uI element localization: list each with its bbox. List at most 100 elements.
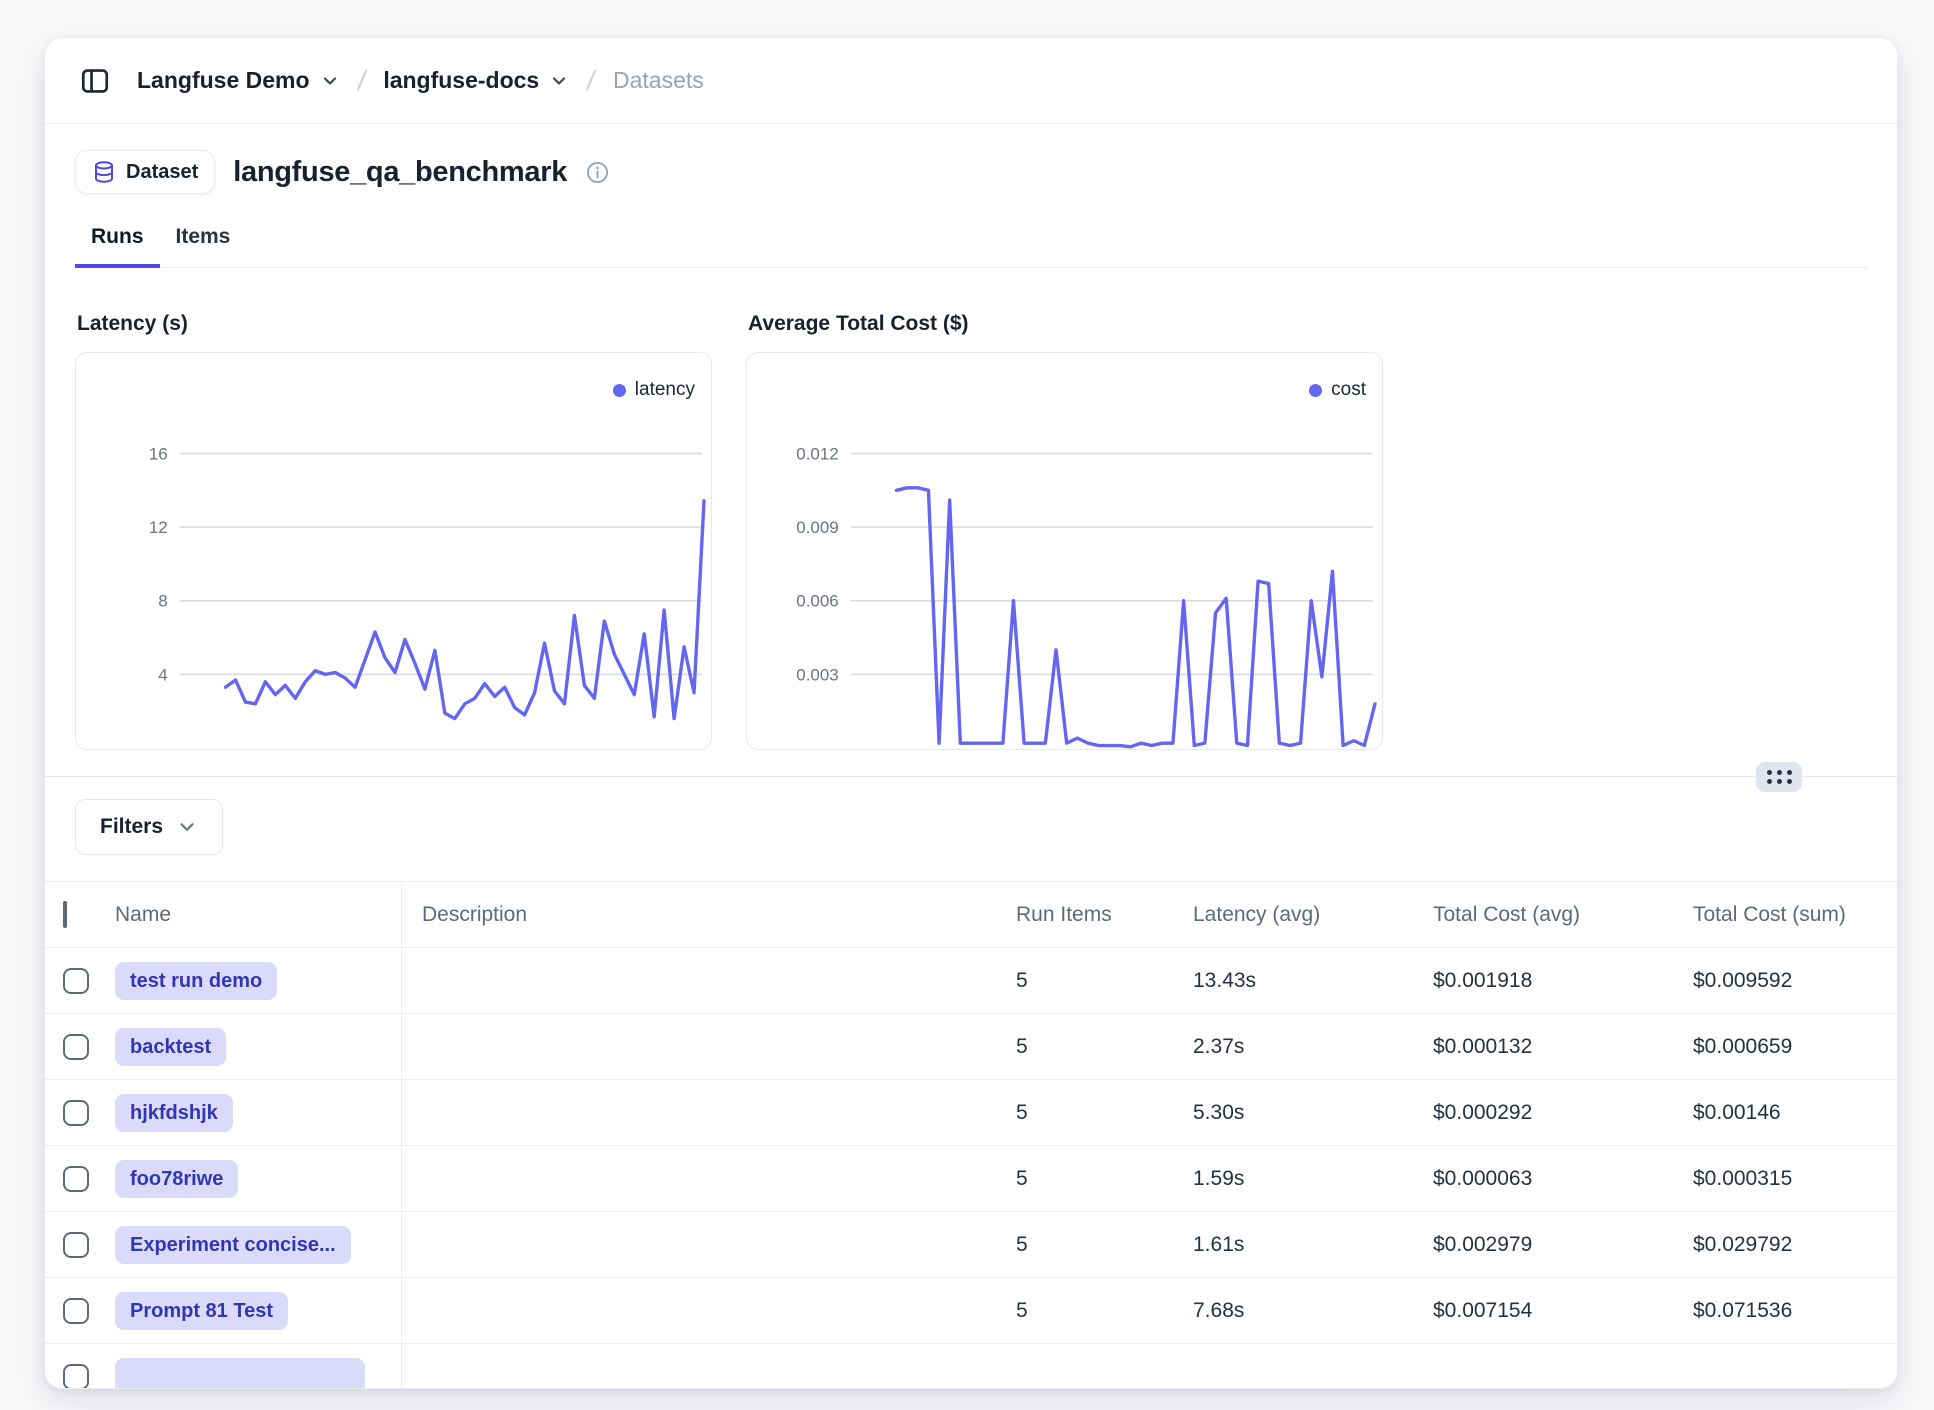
runs-table-body: test run demo513.43s$0.001918$0.009592ba… [45, 948, 1897, 1389]
cost-chart-card: 0.0030.0060.0090.012 cost [746, 352, 1383, 750]
run-name-badge[interactable]: foo78riwe [115, 1160, 238, 1198]
table-row: foo78riwe51.59s$0.000063$0.000315 [45, 1146, 1898, 1212]
row-checkbox[interactable] [63, 968, 89, 994]
row-checkbox[interactable] [63, 1100, 89, 1126]
total-cost-sum-cell: $0.000659 [1673, 1035, 1898, 1059]
total-cost-avg-cell: $0.000132 [1413, 1035, 1673, 1059]
svg-text:4: 4 [158, 665, 167, 684]
row-checkbox[interactable] [63, 1034, 89, 1060]
table-row: test run demo 513.43s$0.001918$0.009592 [45, 948, 1898, 1014]
run-name-cell: test run demo [105, 948, 402, 1013]
latency-avg-cell: 1.61s [1173, 1233, 1413, 1257]
cost-legend-label: cost [1331, 379, 1366, 401]
total-cost-avg-cell: $0.002979 [1413, 1233, 1673, 1257]
total-cost-avg-cell: $0.001918 [1413, 969, 1673, 993]
topbar: Langfuse Demo / langfuse-docs / Datasets [45, 38, 1897, 124]
legend-dot-icon [1309, 384, 1322, 397]
run-items-cell: 5 [996, 1299, 1173, 1323]
row-select-cell [45, 1298, 105, 1324]
resize-drag-handle[interactable] [1756, 762, 1802, 792]
row-checkbox[interactable] [63, 1166, 89, 1192]
run-name-badge[interactable]: backtest [115, 1028, 226, 1066]
cost-legend: cost [1309, 379, 1366, 401]
column-header-run-items: Run Items [996, 903, 1173, 927]
run-name-cell: backtest [105, 1014, 402, 1079]
run-name-badge[interactable]: Prompt 81 Test [115, 1292, 288, 1330]
breadcrumb-project-label: Langfuse Demo [137, 67, 310, 94]
filters-button[interactable]: Filters [75, 799, 223, 855]
latency-legend-label: latency [635, 379, 695, 401]
run-name-cell: foo78riwe [105, 1146, 402, 1211]
column-header-total-cost-sum: Total Cost (sum) [1673, 903, 1898, 927]
latency-line-chart: 4 8 12 16 [76, 353, 711, 749]
select-all-checkbox[interactable] [63, 901, 67, 928]
row-select-cell [45, 1034, 105, 1060]
tab-runs[interactable]: Runs [75, 224, 160, 268]
row-checkbox[interactable] [63, 1298, 89, 1324]
breadcrumb-separator: / [355, 65, 367, 97]
run-name-badge[interactable]: Experiment concise... [115, 1226, 351, 1264]
run-items-cell: 5 [996, 1233, 1173, 1257]
breadcrumb-environment[interactable]: langfuse-docs [383, 67, 569, 94]
svg-text:8: 8 [158, 592, 167, 611]
desktop-background: Langfuse Demo / langfuse-docs / Datasets [0, 0, 1934, 1410]
legend-dot-icon [613, 384, 626, 397]
filters-button-label: Filters [100, 815, 163, 839]
sidebar-toggle-button[interactable] [75, 61, 115, 101]
chevron-down-icon [176, 816, 198, 838]
total-cost-avg-cell: $0.000063 [1413, 1167, 1673, 1191]
latency-avg-cell: 1.59s [1173, 1167, 1413, 1191]
latency-avg-cell: 13.43s [1173, 969, 1413, 993]
column-header-description: Description [402, 903, 996, 927]
breadcrumb-section-label: Datasets [613, 67, 704, 94]
column-header-latency-avg: Latency (avg) [1173, 903, 1413, 927]
breadcrumb-project[interactable]: Langfuse Demo [137, 67, 340, 94]
run-name-badge[interactable]: hjkfdshjk [115, 1094, 233, 1132]
run-name-cell: Experiment concise... [105, 1212, 402, 1277]
total-cost-sum-cell: $0.000315 [1673, 1167, 1898, 1191]
run-items-cell: 5 [996, 969, 1173, 993]
info-icon[interactable] [585, 160, 610, 185]
row-checkbox[interactable] [63, 1364, 89, 1390]
table-row: Prompt 81 Test57.68s$0.007154$0.071536 [45, 1278, 1898, 1344]
svg-text:0.009: 0.009 [796, 518, 838, 537]
page-title: langfuse_qa_benchmark [233, 156, 567, 189]
column-header-name: Name [105, 882, 402, 947]
row-select-cell [45, 1100, 105, 1126]
cost-line-chart: 0.0030.0060.0090.012 [747, 353, 1382, 749]
table-row: backtest52.37s$0.000132$0.000659 [45, 1014, 1898, 1080]
row-checkbox[interactable] [63, 1232, 89, 1258]
svg-text:0.003: 0.003 [796, 665, 838, 684]
row-select-cell [45, 968, 105, 994]
table-row: hjkfdshjk55.30s$0.000292$0.00146 [45, 1080, 1898, 1146]
dataset-header: Dataset langfuse_qa_benchmark [75, 150, 1867, 194]
latency-avg-cell: 5.30s [1173, 1101, 1413, 1125]
total-cost-sum-cell: $0.009592 [1673, 969, 1898, 993]
breadcrumb-section-datasets[interactable]: Datasets [613, 67, 704, 94]
run-name-badge[interactable]: test run demo [115, 962, 277, 1000]
run-name-cell: hjkfdshjk [105, 1080, 402, 1145]
latency-chart-title: Latency (s) [77, 312, 712, 336]
svg-text:16: 16 [149, 444, 168, 463]
dataset-type-badge: Dataset [75, 150, 215, 194]
run-name-badge[interactable] [115, 1358, 365, 1390]
run-items-cell: 5 [996, 1035, 1173, 1059]
cost-chart-title: Average Total Cost ($) [748, 312, 1383, 336]
chevron-down-icon [320, 71, 340, 91]
filters-row: Filters [75, 777, 1867, 881]
run-name-cell [105, 1344, 402, 1389]
column-header-total-cost-avg: Total Cost (avg) [1413, 903, 1673, 927]
latency-chart-group: Latency (s) 4 8 12 16 latency [75, 312, 712, 750]
run-name-cell: Prompt 81 Test [105, 1278, 402, 1343]
latency-avg-cell: 7.68s [1173, 1299, 1413, 1323]
latency-legend: latency [613, 379, 695, 401]
panel-left-icon [79, 65, 111, 97]
chevron-down-icon [549, 71, 569, 91]
tab-items[interactable]: Items [160, 224, 247, 268]
page-content: Dataset langfuse_qa_benchmark Runs Items… [45, 150, 1897, 1389]
total-cost-avg-cell: $0.007154 [1413, 1299, 1673, 1323]
svg-text:12: 12 [149, 518, 168, 537]
cost-chart-group: Average Total Cost ($) 0.0030.0060.0090.… [746, 312, 1383, 750]
table-header-row: Name Description Run Items Latency (avg)… [45, 882, 1898, 948]
breadcrumb-separator: / [585, 65, 597, 97]
